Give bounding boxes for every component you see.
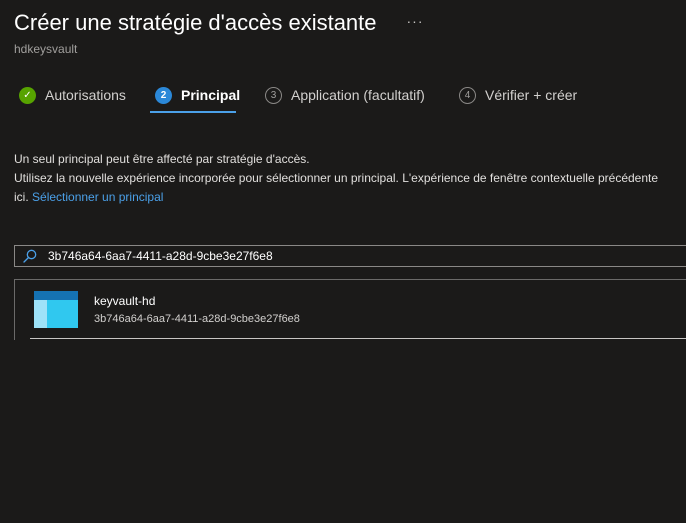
principal-name: keyvault-hd: [94, 294, 156, 308]
title-row: Créer une stratégie d'accès existante ··…: [14, 10, 428, 36]
info-line: Utilisez la nouvelle expérience incorpor…: [14, 171, 659, 185]
tab-label: Application (facultatif): [291, 87, 425, 103]
principal-id: 3b746a64-6aa7-4411-a28d-9cbe3e27f6e8: [94, 313, 300, 325]
wizard-tabs: ✓ Autorisations 2 Principal 3 Applicatio…: [14, 82, 686, 114]
info-line: Un seul principal peut être affecté par …: [14, 152, 310, 166]
step-number-icon: 4: [459, 86, 476, 104]
result-divider: [30, 338, 686, 339]
search-icon: [22, 248, 38, 264]
page: Créer une stratégie d'accès existante ··…: [0, 0, 686, 523]
active-tab-indicator: [150, 111, 236, 113]
step-number-icon: 2: [155, 86, 172, 104]
page-title: Créer une stratégie d'accès existante: [14, 10, 377, 35]
search-box[interactable]: [14, 245, 686, 267]
tab-label: Autorisations: [45, 87, 126, 103]
step-number-icon: 3: [265, 86, 282, 104]
check-icon: ✓: [19, 86, 36, 104]
tab-label: Principal: [181, 87, 241, 103]
search-input[interactable]: [48, 249, 686, 263]
tab-verifier-creer[interactable]: 4 Vérifier + créer: [459, 82, 577, 108]
more-options-button[interactable]: ···: [403, 14, 428, 28]
info-prefix: ici.: [14, 190, 29, 204]
tab-autorisations[interactable]: ✓ Autorisations: [19, 82, 126, 108]
info-line: ici. Sélectionner un principal: [14, 188, 658, 207]
info-text: Un seul principal peut être affecté par …: [14, 150, 658, 207]
page-subtitle: hdkeysvault: [14, 42, 78, 56]
select-principal-link[interactable]: Sélectionner un principal: [32, 190, 163, 204]
tab-principal[interactable]: 2 Principal: [155, 82, 240, 108]
app-registration-icon: [34, 291, 78, 328]
principal-result-item[interactable]: keyvault-hd 3b746a64-6aa7-4411-a28d-9cbe…: [14, 279, 686, 340]
tab-label: Vérifier + créer: [485, 87, 578, 103]
tab-application[interactable]: 3 Application (facultatif): [265, 82, 425, 108]
